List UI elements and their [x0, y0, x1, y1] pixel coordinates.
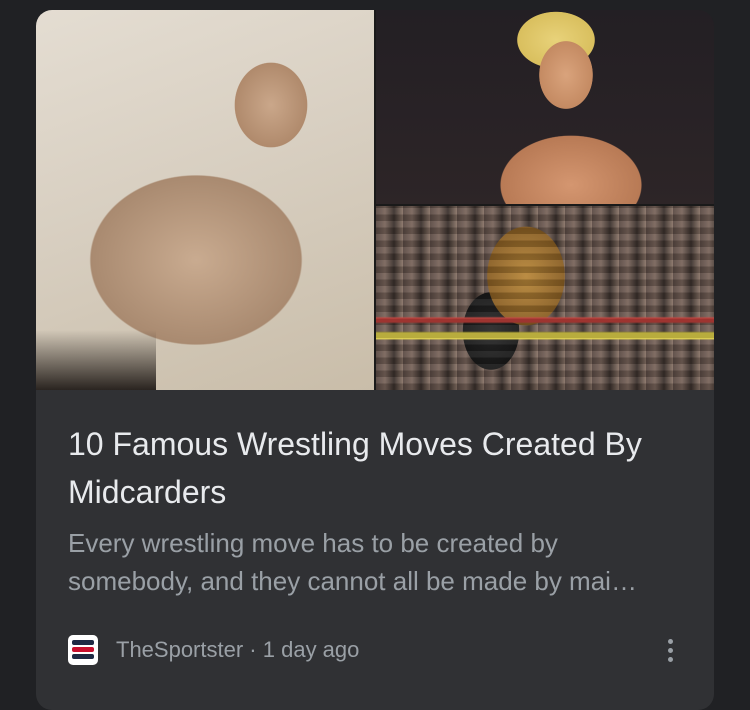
blond-wrestler-photo: [376, 10, 714, 204]
article-snippet: Every wrestling move has to be created b…: [68, 528, 637, 596]
more-vert-icon[interactable]: [656, 632, 684, 668]
article-text[interactable]: 10 Famous Wrestling Moves Created By Mid…: [68, 420, 682, 600]
meta-separator: ·: [249, 637, 257, 662]
article-footer: TheSportster · 1 day ago: [68, 632, 682, 668]
source-name[interactable]: TheSportster: [116, 637, 243, 662]
publish-time: 1 day ago: [262, 637, 360, 662]
article-thumbnail[interactable]: [36, 10, 714, 390]
source-meta: TheSportster · 1 day ago: [116, 634, 359, 666]
ring-action-photo: [376, 206, 714, 390]
thesportster-logo-icon: [68, 635, 98, 665]
news-card[interactable]: 10 Famous Wrestling Moves Created By Mid…: [36, 10, 714, 710]
vintage-wrestler-photo: [36, 10, 374, 390]
article-title[interactable]: 10 Famous Wrestling Moves Created By Mid…: [68, 420, 682, 516]
